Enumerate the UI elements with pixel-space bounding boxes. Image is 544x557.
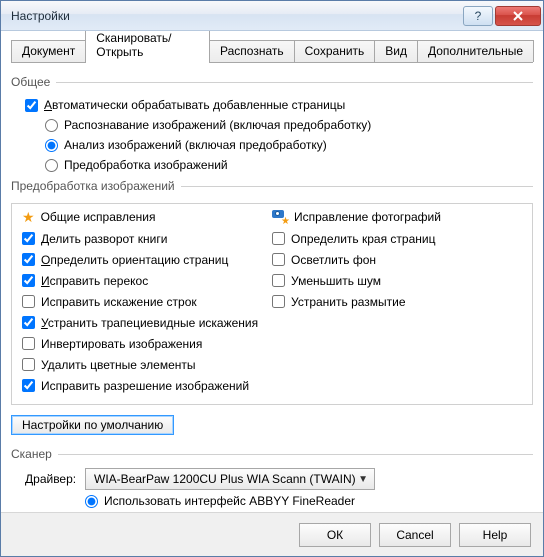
preproc-right-title-row: ★ Исправление фотографий xyxy=(272,210,522,224)
orient-checkbox[interactable] xyxy=(22,253,35,266)
chevron-down-icon: ▼ xyxy=(358,474,368,485)
auto-process-label[interactable]: Автоматически обрабатывать добавленные с… xyxy=(44,98,345,112)
star-icon: ★ xyxy=(22,210,35,224)
tab-strip: Документ Сканировать/Открыть Распознать … xyxy=(11,39,533,63)
window-title: Настройки xyxy=(11,9,461,23)
driver-value: WIA-BearPaw 1200CU Plus WIA Scann (TWAIN… xyxy=(94,472,356,486)
lines-label[interactable]: Исправить искажение строк xyxy=(41,295,197,309)
fix-res-label[interactable]: Исправить разрешение изображений xyxy=(41,379,249,393)
driver-label: Драйвер: xyxy=(25,472,85,486)
whiten-label[interactable]: Осветлить фон xyxy=(291,253,376,267)
preproc-left-title: Общие исправления xyxy=(41,210,156,224)
cancel-button[interactable]: Cancel xyxy=(379,523,451,547)
split-label[interactable]: Делить разворот книги xyxy=(41,232,167,246)
content-area: Документ Сканировать/Открыть Распознать … xyxy=(1,31,543,512)
opt-recognize-radio[interactable] xyxy=(45,119,58,132)
denoise-checkbox[interactable] xyxy=(272,274,285,287)
split-checkbox[interactable] xyxy=(22,232,35,245)
close-icon xyxy=(512,11,524,21)
tab-view[interactable]: Вид xyxy=(374,40,418,62)
preproc-left-title-row: ★ Общие исправления xyxy=(22,210,272,224)
camera-star-icon: ★ xyxy=(272,210,288,224)
close-button[interactable] xyxy=(495,6,541,26)
settings-dialog: Настройки ? Документ Сканировать/Открыть… xyxy=(0,0,544,557)
opt-preprocess-radio[interactable] xyxy=(45,159,58,172)
opt-recognize-label[interactable]: Распознавание изображений (включая предо… xyxy=(64,118,371,132)
opt-analyze-radio[interactable] xyxy=(45,139,58,152)
driver-select[interactable]: WIA-BearPaw 1200CU Plus WIA Scann (TWAIN… xyxy=(85,468,375,490)
invert-checkbox[interactable] xyxy=(22,337,35,350)
opt-analyze-row: Анализ изображений (включая предобработк… xyxy=(45,135,533,155)
use-fr-interface-label[interactable]: Использовать интерфейс ABBYY FineReader xyxy=(104,494,355,508)
invert-label[interactable]: Инвертировать изображения xyxy=(41,337,202,351)
help-footer-button[interactable]: Help xyxy=(459,523,531,547)
whiten-checkbox[interactable] xyxy=(272,253,285,266)
titlebar: Настройки ? xyxy=(1,1,543,31)
deblur-checkbox[interactable] xyxy=(272,295,285,308)
edges-checkbox[interactable] xyxy=(272,232,285,245)
scanner-legend: Сканер xyxy=(11,447,533,461)
edges-label[interactable]: Определить края страниц xyxy=(291,232,435,246)
preproc-columns: ★ Общие исправления Делить разворот книг… xyxy=(22,210,522,396)
preproc-fieldset: ★ Общие исправления Делить разворот книг… xyxy=(11,203,533,405)
tab-advanced[interactable]: Дополнительные xyxy=(417,40,534,62)
deskew-checkbox[interactable] xyxy=(22,274,35,287)
preproc-col-right: ★ Исправление фотографий Определить края… xyxy=(272,210,522,396)
use-fr-interface-radio[interactable] xyxy=(85,495,98,508)
dialog-footer: ОК Cancel Help xyxy=(1,512,543,556)
preproc-legend: Предобработка изображений xyxy=(11,179,533,193)
fix-res-checkbox[interactable] xyxy=(22,379,35,392)
opt-preprocess-label[interactable]: Предобработка изображений xyxy=(64,158,228,172)
orient-label[interactable]: Определить ориентацию страниц xyxy=(41,253,228,267)
auto-process-checkbox[interactable] xyxy=(25,99,38,112)
denoise-label[interactable]: Уменьшить шум xyxy=(291,274,381,288)
trapez-checkbox[interactable] xyxy=(22,316,35,329)
ok-button[interactable]: ОК xyxy=(299,523,371,547)
general-group: Автоматически обрабатывать добавленные с… xyxy=(25,95,533,175)
auto-process-row: Автоматически обрабатывать добавленные с… xyxy=(25,95,533,115)
general-legend: Общее xyxy=(11,75,533,89)
preproc-col-left: ★ Общие исправления Делить разворот книг… xyxy=(22,210,272,396)
remove-color-checkbox[interactable] xyxy=(22,358,35,371)
preproc-right-title: Исправление фотографий xyxy=(294,210,441,224)
trapez-label[interactable]: Устранить трапециевидные искажения xyxy=(41,316,258,330)
tab-save[interactable]: Сохранить xyxy=(294,40,376,62)
opt-analyze-label[interactable]: Анализ изображений (включая предобработк… xyxy=(64,138,327,152)
window-controls: ? xyxy=(461,6,541,26)
remove-color-label[interactable]: Удалить цветные элементы xyxy=(41,358,196,372)
scanner-group: Драйвер: WIA-BearPaw 1200CU Plus WIA Sca… xyxy=(25,467,533,512)
lines-checkbox[interactable] xyxy=(22,295,35,308)
tab-scan-open[interactable]: Сканировать/Открыть xyxy=(85,31,210,63)
deblur-label[interactable]: Устранить размытие xyxy=(291,295,406,309)
opt-recognize-row: Распознавание изображений (включая предо… xyxy=(45,115,533,135)
deskew-label[interactable]: Исправить перекос xyxy=(41,274,148,288)
defaults-button[interactable]: Настройки по умолчанию xyxy=(11,415,174,435)
tab-document[interactable]: Документ xyxy=(11,40,86,62)
help-button[interactable]: ? xyxy=(463,6,493,26)
tab-recognize[interactable]: Распознать xyxy=(209,40,295,62)
opt-preprocess-row: Предобработка изображений xyxy=(45,155,533,175)
